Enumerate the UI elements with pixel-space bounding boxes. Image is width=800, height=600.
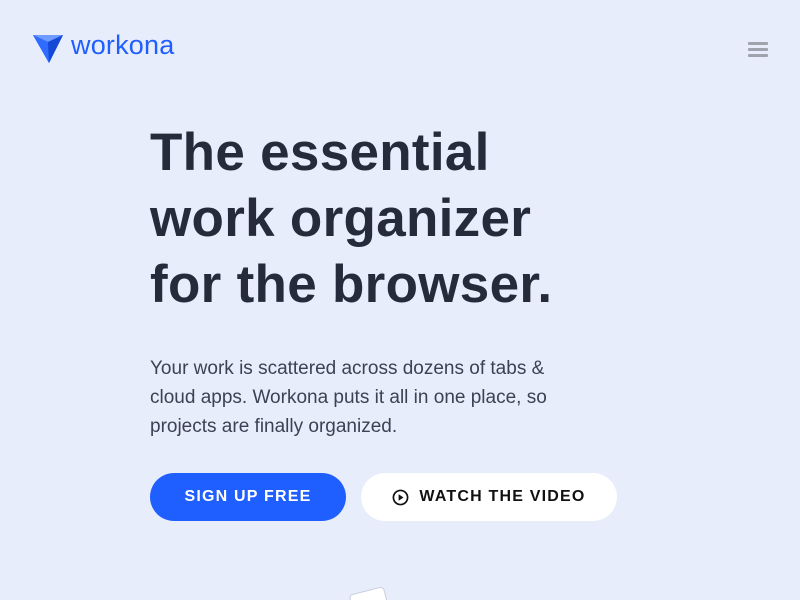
- workona-gem-logo-icon: [33, 35, 63, 63]
- menu-bar: [748, 42, 768, 45]
- hero-title-line: work organizer: [150, 189, 532, 248]
- watch-video-label: WATCH THE VIDEO: [419, 488, 586, 505]
- sign-up-free-label: SIGN UP FREE: [184, 488, 312, 505]
- watch-video-button[interactable]: WATCH THE VIDEO: [361, 473, 617, 521]
- product-preview-card: [348, 586, 392, 600]
- brand-logo[interactable]: workona: [32, 30, 174, 64]
- hero-title: The essential work organizer for the bro…: [150, 120, 650, 318]
- brand-name: workona: [71, 30, 175, 60]
- play-circle-icon: [392, 489, 409, 505]
- hero-description: Your work is scattered across dozens of …: [150, 354, 590, 441]
- hero-title-line: for the browser.: [150, 255, 553, 314]
- hamburger-menu-icon[interactable]: [748, 40, 768, 58]
- hero-title-line: The essential: [150, 123, 490, 182]
- sign-up-free-button[interactable]: SIGN UP FREE: [150, 473, 346, 521]
- hero-description-line: Your work is scattered across dozens of …: [150, 358, 545, 379]
- site-header: workona: [0, 0, 800, 96]
- hero-description-line: cloud apps. Workona puts it all in one p…: [150, 387, 547, 408]
- menu-bar: [748, 48, 768, 51]
- menu-bar: [748, 54, 768, 57]
- hero-description-line: projects are finally organized.: [150, 416, 398, 437]
